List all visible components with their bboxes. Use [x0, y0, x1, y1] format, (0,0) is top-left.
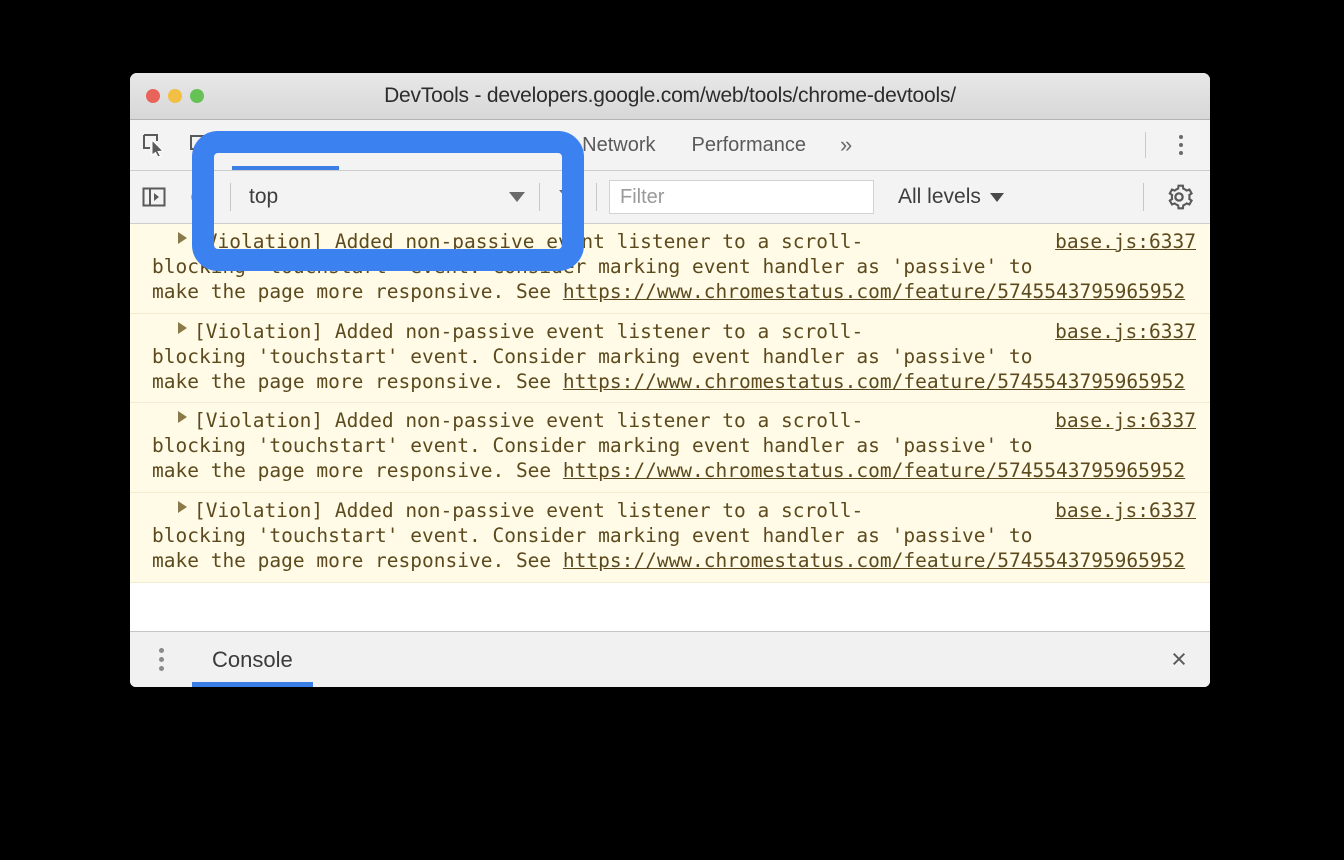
message-line-3-prefix: make the page more responsive. See [152, 548, 563, 572]
message-line-1: [Violation] Added non-passive event list… [194, 319, 864, 343]
disclosure-triangle-icon[interactable] [178, 411, 187, 424]
devtools-tabs: Elements Console Sources Network Perform… [226, 120, 1139, 170]
message-line-3: make the page more responsive. See https… [152, 459, 1196, 484]
message-line-2: blocking 'touchstart' event. Consider ma… [152, 344, 1033, 368]
filter-placeholder: Filter [620, 185, 665, 208]
toolbar-divider-4 [1143, 183, 1144, 211]
devtools-window: DevTools - developers.google.com/web/too… [130, 73, 1210, 687]
tab-console-label: Console [363, 133, 437, 156]
chevron-down-icon [989, 192, 1004, 202]
tabbar-divider [1145, 132, 1146, 158]
screenshot-root: DevTools - developers.google.com/web/too… [0, 0, 1344, 860]
tab-sources[interactable]: Sources [455, 120, 564, 170]
console-message[interactable]: base.js:6337 [Violation] Added non-passi… [130, 313, 1210, 404]
chevron-down-icon [509, 192, 525, 202]
console-message-text: [Violation] Added non-passive event list… [152, 499, 1196, 524]
message-line-3-prefix: make the page more responsive. See [152, 279, 563, 303]
tab-network[interactable]: Network [564, 120, 673, 170]
console-message-text: [Violation] Added non-passive event list… [152, 409, 1196, 434]
message-line-1: [Violation] Added non-passive event list… [194, 230, 864, 253]
message-line-2: blocking 'touchstart' event. Consider ma… [152, 254, 1033, 278]
source-link[interactable]: base.js:6337 [1055, 320, 1196, 345]
toolbar-divider-2 [539, 183, 540, 211]
show-drawer-icon[interactable] [130, 172, 178, 222]
source-link[interactable]: base.js:6337 [1055, 230, 1196, 255]
drawer-tabbar: Console × [130, 631, 1210, 687]
tab-elements[interactable]: Elements [226, 120, 345, 170]
clear-console-icon[interactable] [178, 172, 226, 222]
chromestatus-link[interactable]: https://www.chromestatus.com/feature/574… [563, 370, 1185, 393]
kebab-menu-icon[interactable] [130, 632, 192, 687]
console-message[interactable]: base.js:6337 [Violation] Added non-passi… [130, 403, 1210, 494]
gear-icon[interactable] [1148, 172, 1210, 222]
disclosure-triangle-icon[interactable] [178, 232, 187, 244]
console-toolbar: top Filter All levels [130, 171, 1210, 224]
chromestatus-link[interactable]: https://www.chromestatus.com/feature/574… [563, 459, 1185, 482]
console-message-text: [Violation] Added non-passive event list… [152, 320, 1196, 345]
console-message-continuation: blocking 'touchstart' event. Consider ma… [152, 524, 1196, 574]
filter-input[interactable]: Filter [609, 180, 874, 214]
disclosure-triangle-icon[interactable] [178, 501, 187, 514]
log-level-label: All levels [898, 185, 981, 208]
message-line-2: blocking 'touchstart' event. Consider ma… [152, 524, 1033, 548]
message-line-3: make the page more responsive. See https… [152, 549, 1196, 574]
tab-console[interactable]: Console [345, 120, 454, 170]
disclosure-triangle-icon[interactable] [178, 321, 187, 334]
source-link[interactable]: base.js:6337 [1055, 499, 1196, 524]
filter-funnel-icon[interactable] [544, 172, 592, 222]
tab-performance[interactable]: Performance [674, 120, 825, 170]
inspect-element-icon[interactable] [130, 120, 178, 170]
execution-context-value: top [249, 185, 279, 208]
log-level-select[interactable]: All levels [898, 185, 1004, 209]
tab-elements-label: Elements [244, 133, 328, 156]
device-toolbar-icon[interactable] [178, 120, 226, 170]
drawer-tab-console-label: Console [212, 646, 293, 672]
console-message[interactable]: base.js:6337 [Violation] Added non-passi… [130, 224, 1210, 314]
message-line-2: blocking 'touchstart' event. Consider ma… [152, 434, 1033, 458]
tab-network-label: Network [582, 133, 656, 156]
toolbar-divider-1 [230, 183, 231, 211]
window-titlebar: DevTools - developers.google.com/web/too… [130, 73, 1210, 120]
devtools-tabbar: Elements Console Sources Network Perform… [130, 120, 1210, 171]
message-line-3-prefix: make the page more responsive. See [152, 459, 563, 483]
tabs-overflow-icon[interactable]: » [824, 120, 868, 170]
message-line-3-prefix: make the page more responsive. See [152, 369, 563, 393]
console-message[interactable]: base.js:6337 [Violation] Added non-passi… [130, 493, 1210, 583]
console-message-list[interactable]: base.js:6337 [Violation] Added non-passi… [130, 224, 1210, 625]
message-line-1: [Violation] Added non-passive event list… [194, 499, 864, 523]
close-icon[interactable]: × [1148, 632, 1210, 687]
chromestatus-link[interactable]: https://www.chromestatus.com/feature/574… [563, 280, 1185, 303]
window-title: DevTools - developers.google.com/web/too… [384, 84, 956, 107]
toolbar-divider-3 [596, 183, 597, 211]
console-message-continuation: blocking 'touchstart' event. Consider ma… [152, 255, 1196, 305]
chromestatus-link[interactable]: https://www.chromestatus.com/feature/574… [563, 549, 1185, 572]
tab-sources-label: Sources [472, 133, 547, 156]
kebab-menu-icon[interactable] [1152, 120, 1210, 170]
message-line-3: make the page more responsive. See https… [152, 280, 1196, 305]
message-line-1: [Violation] Added non-passive event list… [194, 409, 864, 433]
console-message-text: [Violation] Added non-passive event list… [152, 230, 1196, 255]
message-line-3: make the page more responsive. See https… [152, 370, 1196, 395]
source-link[interactable]: base.js:6337 [1055, 409, 1196, 434]
drawer-tab-console[interactable]: Console [192, 632, 313, 687]
tab-performance-label: Performance [691, 133, 807, 156]
console-message-continuation: blocking 'touchstart' event. Consider ma… [152, 345, 1196, 395]
execution-context-select[interactable]: top [235, 179, 535, 215]
console-message-continuation: blocking 'touchstart' event. Consider ma… [152, 434, 1196, 484]
